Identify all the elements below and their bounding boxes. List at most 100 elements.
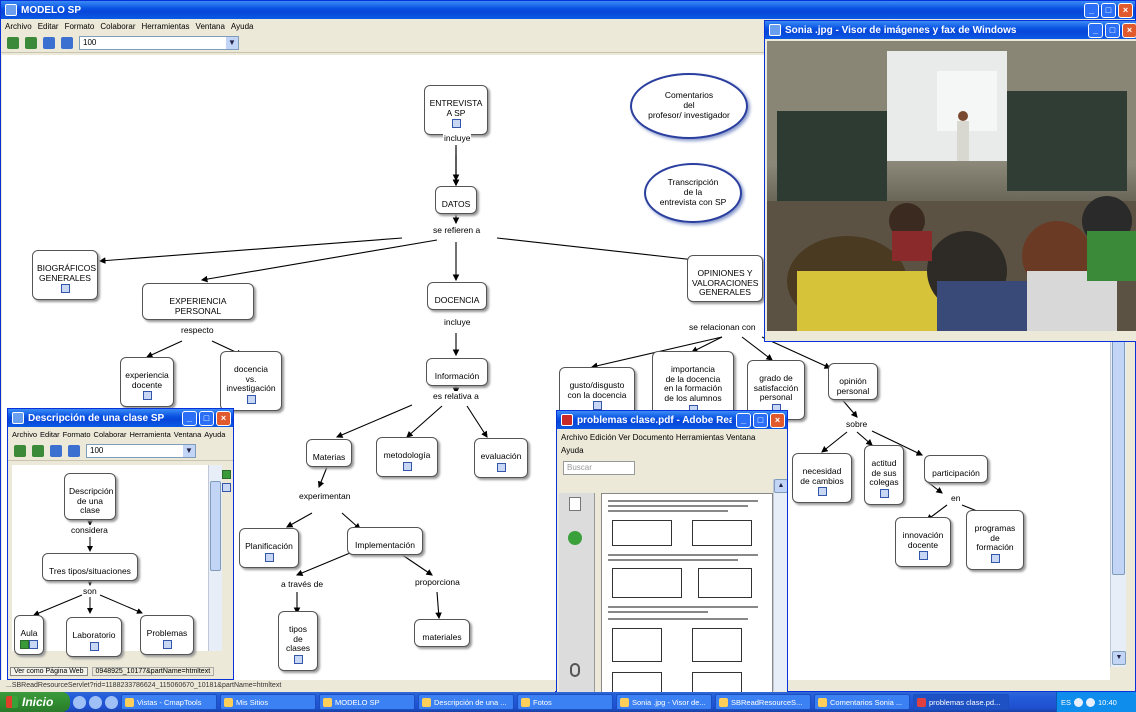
pdf-close-button[interactable]: × [770, 412, 785, 428]
task-comentarios[interactable]: Comentarios Sonia ... [814, 694, 910, 710]
link-es-relativa[interactable]: es relativa a [432, 391, 480, 401]
node-necesidad[interactable]: necesidad de cambios [792, 453, 852, 504]
node-datos[interactable]: DATOS [435, 186, 477, 214]
zoom-icon[interactable] [61, 36, 73, 49]
resource-icon[interactable] [293, 655, 303, 665]
resource-icon[interactable] [402, 461, 412, 471]
actual-size-icon[interactable] [894, 340, 905, 341]
task-vistas-cmaptools[interactable]: Vistas - CmapTools [121, 694, 217, 710]
back-icon[interactable] [7, 36, 19, 49]
link-proporciona[interactable]: proporciona [414, 577, 461, 587]
link-panel-icon[interactable] [222, 483, 231, 492]
slideshow-icon[interactable] [909, 340, 920, 341]
node-informacion[interactable]: Información [426, 358, 488, 386]
pdf-menu-ayuda[interactable]: Ayuda [561, 446, 584, 455]
task-fotos[interactable]: Fotos [517, 694, 613, 710]
pdf-maximize-button[interactable]: □ [753, 412, 768, 428]
node-participacion[interactable]: participación [924, 455, 988, 483]
pdf-menu-edicion[interactable]: Edición [590, 433, 616, 442]
desc-link-considera[interactable]: considera [70, 525, 109, 535]
spreadsheet-icon[interactable] [20, 639, 29, 649]
menu-ventana[interactable]: Ventana [196, 22, 225, 31]
menu-formato[interactable]: Formato [65, 22, 95, 31]
link-experimentan[interactable]: experimentan [298, 491, 352, 501]
desc-menu-formato[interactable]: Formato [63, 430, 91, 439]
chevron-down-icon[interactable]: ▼ [183, 444, 195, 457]
pages-icon[interactable] [569, 497, 581, 511]
link-se-refieren[interactable]: se refieren a [432, 225, 482, 235]
quicklaunch-browser-icon[interactable] [73, 695, 86, 709]
desc-menu-herramienta[interactable]: Herramienta [129, 430, 170, 439]
desc-menu-ventana[interactable]: Ventana [174, 430, 202, 439]
node-planificacion[interactable]: Planificación [239, 528, 299, 569]
task-sonia-visor[interactable]: Sonia .jpg - Visor de... [616, 694, 712, 710]
menu-herramientas[interactable]: Herramientas [142, 22, 190, 31]
link-respecto[interactable]: respecto [180, 325, 215, 335]
node-implementacion[interactable]: Implementación [347, 527, 423, 555]
node-biograficos[interactable]: BIOGRÁFICOS GENERALES [32, 250, 98, 301]
desc-menu-ayuda[interactable]: Ayuda [204, 430, 225, 439]
node-materiales[interactable]: materiales [414, 619, 470, 647]
next-image-icon[interactable] [864, 340, 875, 341]
node-docencia[interactable]: DOCENCIA [427, 282, 487, 310]
print-icon[interactable] [999, 340, 1010, 341]
menu-colaborar[interactable]: Colaborar [100, 22, 135, 31]
pdf-menu-documento[interactable]: Documento [633, 433, 674, 442]
rotate-cw-icon[interactable] [954, 340, 965, 341]
node-tipos[interactable]: tipos de clases [278, 611, 318, 671]
link-en[interactable]: en [950, 493, 962, 503]
resource-icon[interactable] [264, 552, 274, 562]
zoom-in-icon[interactable] [924, 340, 935, 341]
pdf-minimize-button[interactable]: _ [736, 412, 751, 428]
desc-menu-editar[interactable]: Editar [40, 430, 60, 439]
resource-icon[interactable] [142, 391, 152, 401]
task-modelo-sp[interactable]: MODELO SP [319, 694, 415, 710]
network-icon[interactable] [1074, 697, 1084, 707]
desc-titlebar[interactable]: Descripción de una clase SP _ □ × [8, 409, 233, 427]
link-incluye-1[interactable]: incluye [443, 133, 472, 143]
viewer-titlebar[interactable]: Sonia .jpg - Visor de imágenes y fax de … [765, 21, 1136, 39]
link-a-traves[interactable]: a través de [280, 579, 325, 589]
best-fit-icon[interactable] [879, 340, 890, 341]
resource-icon[interactable] [592, 401, 602, 411]
pdf-menu-ver[interactable]: Ver [618, 433, 630, 442]
desc-zoom-select[interactable]: 100 ▼ [86, 443, 196, 458]
resource-icon[interactable] [246, 395, 256, 405]
minimize-button[interactable]: _ [1084, 2, 1099, 18]
rotate-ccw-icon[interactable] [969, 340, 980, 341]
chevron-down-icon[interactable]: ▼ [226, 36, 238, 49]
start-button[interactable]: Inicio [0, 692, 70, 712]
task-mis-sitios[interactable]: Mis Sitios [220, 694, 316, 710]
scroll-down-button[interactable]: ▼ [1112, 651, 1126, 665]
resource-icon[interactable] [817, 487, 827, 497]
edit-icon[interactable] [1029, 340, 1040, 341]
menu-ayuda[interactable]: Ayuda [231, 22, 254, 31]
main-titlebar[interactable]: MODELO SP _ □ × [1, 1, 1135, 19]
view-icon[interactable] [43, 36, 55, 49]
pdf-scroll-up-button[interactable]: ▲ [774, 479, 787, 493]
node-actitud[interactable]: actitud de sus colegas [864, 445, 904, 505]
link-se-relacionan[interactable]: se relacionan con [688, 322, 757, 332]
desc-link-son[interactable]: son [82, 586, 98, 596]
resource-icon[interactable] [89, 641, 99, 651]
node-materias[interactable]: Materias [306, 439, 352, 467]
node-opiniones[interactable]: OPINIONES Y VALORACIONES GENERALES [687, 255, 763, 303]
desc-forward-icon[interactable] [32, 444, 44, 457]
quicklaunch-media-icon[interactable] [89, 695, 102, 709]
attachment-icon[interactable] [570, 663, 580, 677]
resource-icon[interactable] [162, 639, 172, 649]
node-innovacion[interactable]: innovación docente [895, 517, 951, 568]
pdf-titlebar[interactable]: problemas clase.pdf - Adobe Reader _ □ × [557, 411, 787, 429]
node-entrevista[interactable]: ENTREVISTA A SP [424, 85, 488, 136]
menu-editar[interactable]: Editar [38, 22, 59, 31]
quicklaunch-ie-icon[interactable] [105, 695, 118, 709]
zoom-out-icon[interactable] [939, 340, 950, 341]
viewer-close-button[interactable]: × [1122, 22, 1136, 38]
desc-back-icon[interactable] [14, 444, 26, 457]
save-icon[interactable] [1014, 340, 1025, 341]
language-indicator[interactable]: ES [1061, 698, 1071, 707]
pdf-menu-herramientas[interactable]: Herramientas [676, 433, 724, 442]
desc-menu-colaborar[interactable]: Colaborar [94, 430, 127, 439]
desc-node-aula[interactable]: Aula [14, 615, 44, 656]
help-icon[interactable] [568, 531, 582, 545]
